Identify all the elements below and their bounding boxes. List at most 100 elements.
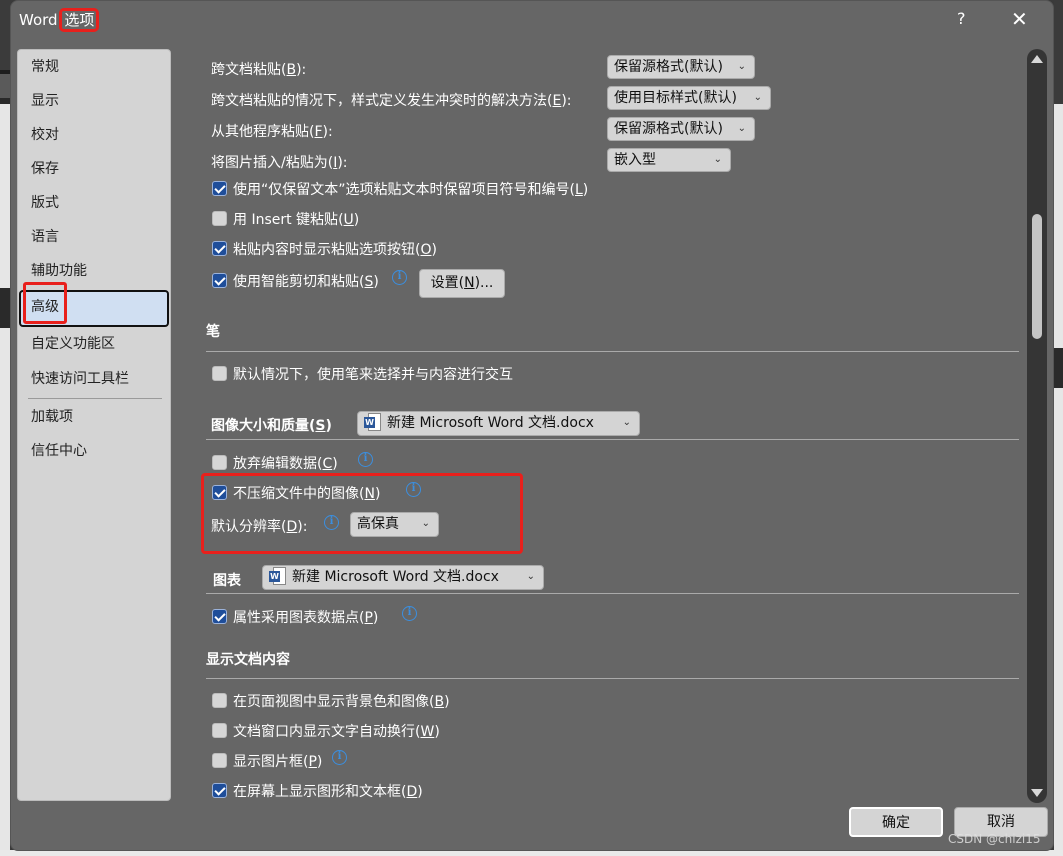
advanced-options-panel: 跨文档粘贴(B): 保留源格式(默认) ⌄ 跨文档粘贴的情况下，样式定义发生冲突时… xyxy=(187,49,1019,801)
access-key: B xyxy=(286,62,297,78)
insert-picture-select[interactable]: 嵌入型 ⌄ xyxy=(607,148,731,172)
show-paste-options-label: 粘贴内容时显示粘贴选项按钮(O) xyxy=(233,242,437,258)
access-key: B xyxy=(434,694,445,710)
show-bg-colors-label: 在页面视图中显示背景色和图像(B) xyxy=(233,694,450,710)
text-wrap-checkbox[interactable] xyxy=(212,723,227,738)
label-text: 在屏幕上显示图形和文本框 xyxy=(233,784,401,800)
style-conflict-label: 跨文档粘贴的情况下，样式定义发生冲突时的解决方法(E): xyxy=(211,93,572,109)
scroll-down-arrow-icon[interactable] xyxy=(1031,789,1043,797)
select-value: 新建 Microsoft Word 文档.docx xyxy=(387,415,594,431)
access-key: U xyxy=(343,212,354,228)
image-quality-document-select[interactable]: W 新建 Microsoft Word 文档.docx ⌄ xyxy=(357,411,640,436)
select-value: 嵌入型 xyxy=(614,152,656,168)
sidebar-item-layout[interactable]: 版式 xyxy=(19,186,169,220)
cross-doc-paste-select[interactable]: 保留源格式(默认) ⌄ xyxy=(607,55,755,79)
show-bg-colors-checkbox[interactable] xyxy=(212,693,227,708)
title-bar: Word 选项 ? ✕ xyxy=(11,1,1053,41)
chevron-down-icon: ⌄ xyxy=(622,417,631,428)
keep-bullets-checkbox[interactable] xyxy=(212,181,227,196)
sidebar-item-quick-access-toolbar[interactable]: 快速访问工具栏 xyxy=(19,362,169,396)
show-drawings-checkbox[interactable] xyxy=(212,783,227,798)
chart-document-select[interactable]: W 新建 Microsoft Word 文档.docx ⌄ xyxy=(262,565,544,590)
sidebar-item-customize-ribbon[interactable]: 自定义功能区 xyxy=(19,327,169,361)
info-icon[interactable]: i xyxy=(392,270,407,285)
label-text: 用 Insert 键粘贴 xyxy=(233,212,339,228)
chevron-down-icon: ⌄ xyxy=(753,92,762,103)
info-icon[interactable]: i xyxy=(324,515,339,530)
picture-placeholders-checkbox[interactable] xyxy=(212,753,227,768)
word-options-dialog: Word 选项 ? ✕ 常规 显示 校对 保存 版式 语言 辅助功能 高级 自定… xyxy=(10,0,1054,851)
use-pen-checkbox[interactable] xyxy=(212,366,227,381)
display-content-heading: 显示文档内容 xyxy=(206,652,290,668)
sidebar-item-proofing[interactable]: 校对 xyxy=(19,118,169,152)
access-key: P xyxy=(308,754,317,770)
sidebar-item-display[interactable]: 显示 xyxy=(19,84,169,118)
info-icon[interactable]: i xyxy=(406,482,421,497)
chevron-down-icon: ⌄ xyxy=(737,123,746,134)
chevron-down-icon: ⌄ xyxy=(526,571,535,582)
label-text: 默认分辨率 xyxy=(211,519,281,535)
scroll-up-arrow-icon[interactable] xyxy=(1031,55,1043,63)
access-key: E xyxy=(552,93,562,109)
chart-data-point-props-checkbox[interactable] xyxy=(212,609,227,624)
label-text: 不压缩文件中的图像 xyxy=(233,486,359,502)
access-key: N xyxy=(464,275,475,291)
smart-cut-settings-button[interactable]: 设置(N)... xyxy=(419,269,505,298)
info-icon[interactable]: i xyxy=(358,452,373,467)
vertical-scrollbar[interactable] xyxy=(1027,49,1047,803)
use-pen-label: 默认情况下，使用笔来选择并与内容进行交互 xyxy=(233,367,513,383)
highlight-box xyxy=(23,282,67,324)
insert-picture-label: 将图片插入/粘贴为(I): xyxy=(211,155,348,171)
picture-placeholders-label: 显示图片框(P) xyxy=(233,754,323,770)
chevron-down-icon: ⌄ xyxy=(421,518,430,529)
access-key: C xyxy=(322,456,333,472)
sidebar-item-addins[interactable]: 加载项 xyxy=(19,400,169,434)
select-value: 高保真 xyxy=(357,516,399,532)
access-key: D xyxy=(286,519,298,535)
chart-data-point-props-label: 属性采用图表数据点(P) xyxy=(233,610,379,626)
no-compress-images-checkbox[interactable] xyxy=(212,485,227,500)
info-icon[interactable]: i xyxy=(332,750,347,765)
scrollbar-thumb[interactable] xyxy=(1032,214,1042,339)
style-conflict-select[interactable]: 使用目标样式(默认) ⌄ xyxy=(607,86,771,110)
label-text: 在页面视图中显示背景色和图像 xyxy=(233,694,429,710)
show-drawings-label: 在屏幕上显示图形和文本框(D) xyxy=(233,784,423,800)
other-program-paste-select[interactable]: 保留源格式(默认) ⌄ xyxy=(607,117,755,141)
sidebar-item-trust-center[interactable]: 信任中心 xyxy=(19,434,169,468)
label-text: 将图片插入/粘贴为 xyxy=(211,155,328,171)
access-key: S xyxy=(315,418,326,434)
sidebar-item-language[interactable]: 语言 xyxy=(19,220,169,254)
access-key: O xyxy=(420,242,432,258)
ok-button[interactable]: 确定 xyxy=(849,807,943,837)
background-app-left-top xyxy=(0,0,10,70)
image-quality-heading: 图像大小和质量(S) xyxy=(211,418,332,434)
background-app-right xyxy=(1054,0,1063,856)
background-band xyxy=(0,74,10,98)
smart-cut-paste-checkbox[interactable] xyxy=(212,273,227,288)
access-key: W xyxy=(420,724,435,740)
options-sidebar: 常规 显示 校对 保存 版式 语言 辅助功能 高级 自定义功能区 快速访问工具栏… xyxy=(17,49,171,801)
heading-text: 图像大小和质量 xyxy=(211,418,309,434)
sidebar-item-general[interactable]: 常规 xyxy=(19,50,169,84)
close-button[interactable]: ✕ xyxy=(1011,7,1028,31)
access-key: N xyxy=(364,486,375,502)
other-program-paste-label: 从其他程序粘贴(F): xyxy=(211,124,333,140)
keep-bullets-label: 使用“仅保留文本”选项粘贴文本时保留项目符号和编号(L) xyxy=(233,182,589,198)
section-divider xyxy=(206,678,1019,679)
access-key: D xyxy=(406,784,418,800)
sidebar-item-advanced[interactable]: 高级 xyxy=(19,282,169,327)
background-band xyxy=(0,98,10,104)
sidebar-divider xyxy=(28,398,162,399)
sidebar-item-save[interactable]: 保存 xyxy=(19,152,169,186)
section-divider xyxy=(206,439,1019,440)
show-paste-options-checkbox[interactable] xyxy=(212,241,227,256)
help-button[interactable]: ? xyxy=(957,9,966,28)
background-band xyxy=(1054,348,1063,388)
word-document-icon: W xyxy=(364,413,382,431)
chart-section-heading: 图表 xyxy=(213,573,241,589)
access-key: I xyxy=(333,155,338,171)
discard-edit-data-checkbox[interactable] xyxy=(212,455,227,470)
default-resolution-select[interactable]: 高保真 ⌄ xyxy=(350,512,439,537)
insert-key-paste-checkbox[interactable] xyxy=(212,211,227,226)
info-icon[interactable]: i xyxy=(402,606,417,621)
